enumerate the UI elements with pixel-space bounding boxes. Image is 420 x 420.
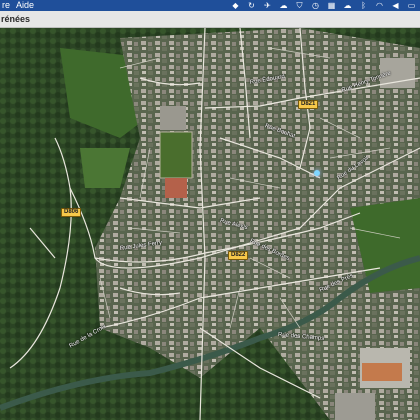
building-red-roof <box>165 178 187 198</box>
wifi-icon[interactable]: ◠ <box>375 1 384 10</box>
volume-icon[interactable]: ◀ <box>391 1 400 10</box>
sports-field <box>159 131 193 179</box>
menu-item-help-partial[interactable]: re <box>0 0 16 11</box>
menu-bar: re Aide ◆ ↻ ✈ ☁ ⛉ ◷ ▦ ☁ ᛒ ◠ ◀ ▭ <box>0 0 420 11</box>
rocket-icon[interactable]: ✈ <box>263 1 272 10</box>
keyboard-icon[interactable]: ▦ <box>327 1 336 10</box>
road-shield-d821: D821 <box>298 100 319 109</box>
road-shield-d822: D822 <box>228 251 249 260</box>
menu-item-aide[interactable]: Aide <box>16 0 40 11</box>
shield-icon[interactable]: ⛉ <box>295 1 304 10</box>
battery-icon[interactable]: ▭ <box>407 1 416 10</box>
clock-icon[interactable]: ◷ <box>311 1 320 10</box>
cloud-icon[interactable]: ☁ <box>279 1 288 10</box>
bluetooth-icon[interactable]: ᛒ <box>359 1 368 10</box>
industrial-building <box>335 393 375 420</box>
building-complex <box>160 106 186 130</box>
sync-icon[interactable]: ↻ <box>247 1 256 10</box>
dropbox-icon[interactable]: ◆ <box>231 1 240 10</box>
industrial-building <box>362 363 402 381</box>
satellite-map[interactable]: D806 D821 D822 Rue Henry Tonnère Rue Édo… <box>0 28 420 420</box>
status-tray: ◆ ↻ ✈ ☁ ⛉ ◷ ▦ ☁ ᛒ ◠ ◀ ▭ <box>231 0 416 11</box>
road-shield-d806: D806 <box>61 208 82 217</box>
cloud-sync-icon[interactable]: ☁ <box>343 1 352 10</box>
window-title: rénées <box>1 14 31 24</box>
window-title-bar: rénées <box>0 11 420 28</box>
location-marker[interactable] <box>314 170 320 176</box>
